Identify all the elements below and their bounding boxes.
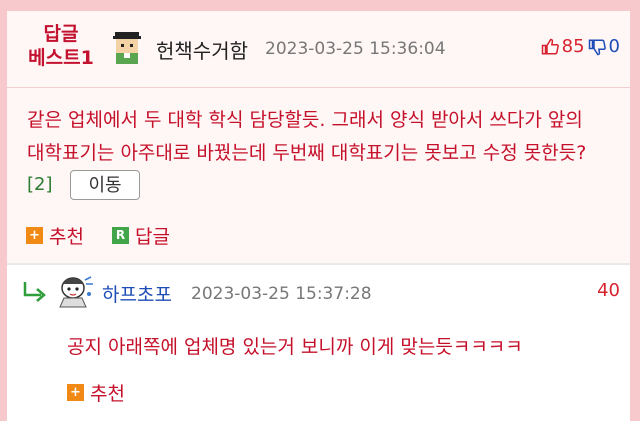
- best-comment-body: 같은 업체에서 두 대학 학식 담당할듯. 그래서 양식 받아서 쓰다가 앞의 …: [27, 104, 627, 170]
- downvote-count: 0: [608, 36, 620, 57]
- best-body-line1: 같은 업체에서 두 대학 학식 담당할듯. 그래서 양식 받아서 쓰다가 앞의: [27, 109, 583, 131]
- reply-vote-count: 40: [597, 280, 620, 301]
- best-label-line2: 베스트1: [28, 47, 94, 69]
- user-avatar-pixel[interactable]: [113, 32, 141, 64]
- upvote-count: 85: [561, 36, 585, 57]
- best-label-line1: 답글: [43, 23, 79, 45]
- reply-nickname[interactable]: 하프초포: [102, 280, 172, 307]
- recommend-label: 추천: [49, 226, 84, 248]
- plus-icon: +: [26, 227, 43, 244]
- thumbs-up-icon[interactable]: [541, 38, 559, 56]
- best-nickname[interactable]: 헌책수거함: [156, 35, 248, 64]
- reply-badge-icon: R: [112, 227, 129, 244]
- recommend-button[interactable]: + 추천: [26, 222, 84, 249]
- reference-count: [2]: [27, 174, 53, 195]
- best-datetime: 2023-03-25 15:36:04: [265, 39, 446, 59]
- reply-button[interactable]: R 답글: [112, 222, 170, 249]
- plus-icon: +: [67, 384, 84, 401]
- move-button[interactable]: 이동: [70, 170, 140, 200]
- header-divider: [7, 87, 630, 88]
- reply-label: 답글: [135, 226, 170, 248]
- frame-left: [0, 0, 7, 421]
- thumbs-down-icon[interactable]: [588, 38, 606, 56]
- vote-box: 85 0: [541, 36, 620, 57]
- reply-body: 공지 아래쪽에 업체명 있는거 보니까 이게 맞는듯ㅋㅋㅋㅋ: [67, 336, 523, 358]
- user-avatar-character[interactable]: [56, 274, 94, 308]
- best-reply-label: 답글 베스트1: [18, 22, 104, 70]
- comment-divider: [7, 263, 630, 265]
- best-body-line2: 대학표기는 아주대로 바꿨는데 두번째 대학표기는 못보고 수정 못한듯?: [27, 142, 587, 164]
- reply-recommend-label: 추천: [90, 383, 125, 405]
- reply-recommend-button[interactable]: + 추천: [67, 379, 125, 406]
- frame-top: [0, 0, 640, 11]
- reply-datetime: 2023-03-25 15:37:28: [191, 284, 372, 304]
- frame-right: [630, 0, 640, 421]
- reply-arrow-icon: [23, 282, 46, 302]
